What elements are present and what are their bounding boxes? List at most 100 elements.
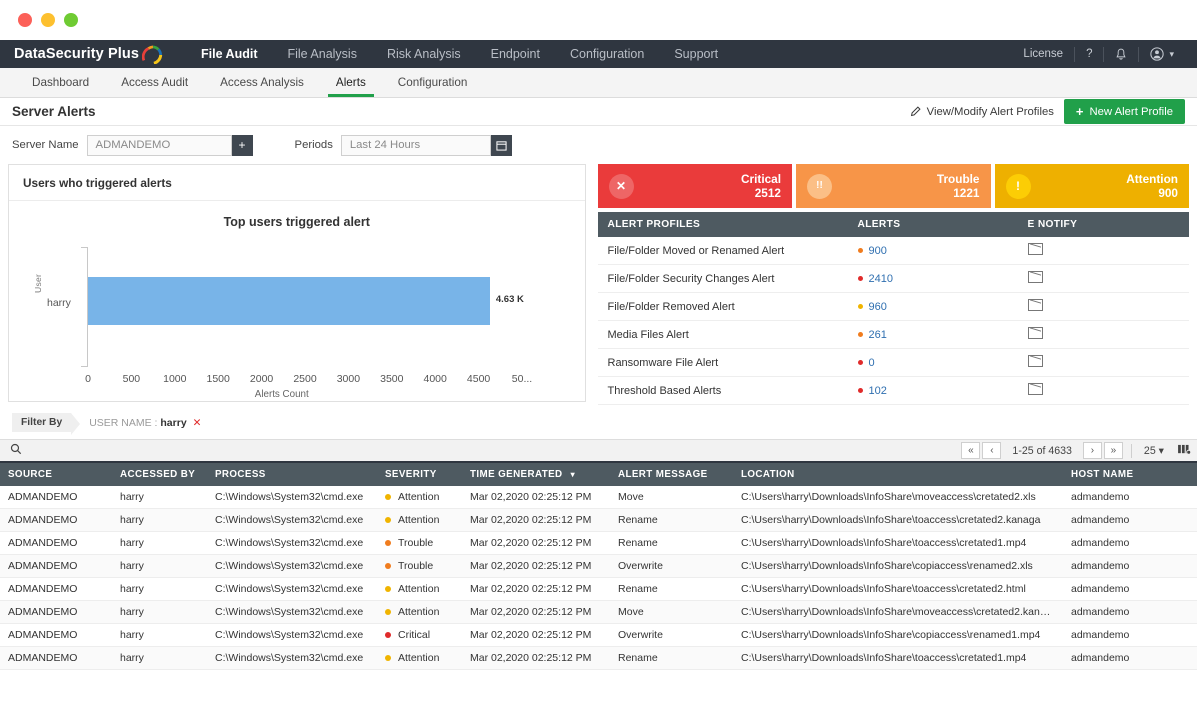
cell-process: C:\Windows\System32\cmd.exe [207, 624, 377, 647]
col-location[interactable]: LOCATION [733, 463, 1063, 486]
periods-input[interactable]: Last 24 Hours [341, 135, 491, 156]
user-avatar-icon[interactable]: ▾ [1139, 47, 1185, 61]
col-source[interactable]: SOURCE [0, 463, 112, 486]
cell-process: C:\Windows\System32\cmd.exe [207, 486, 377, 509]
maximize-window-button[interactable] [64, 13, 78, 27]
table-row[interactable]: Ransomware File Alert0 [598, 349, 1190, 377]
alert-count-link[interactable]: 960 [869, 301, 887, 313]
minimize-window-button[interactable] [41, 13, 55, 27]
cell-severity: Attention [377, 578, 462, 601]
envelope-icon[interactable] [1028, 243, 1043, 255]
alert-count-link[interactable]: 900 [869, 245, 887, 257]
col-process[interactable]: PROCESS [207, 463, 377, 486]
table-row[interactable]: ADMANDEMOharryC:\Windows\System32\cmd.ex… [0, 532, 1197, 555]
table-row[interactable]: ADMANDEMOharryC:\Windows\System32\cmd.ex… [0, 509, 1197, 532]
critical-count: 2512 [741, 186, 781, 201]
col-time-generated[interactable]: TIME GENERATED ▾ [462, 463, 610, 486]
severity-dot-icon [385, 494, 391, 500]
column-settings-icon[interactable] [1178, 444, 1191, 458]
remove-filter-icon[interactable]: ✕ [193, 417, 202, 429]
table-row[interactable]: ADMANDEMOharryC:\Windows\System32\cmd.ex… [0, 555, 1197, 578]
alert-count-link[interactable]: 261 [869, 329, 887, 341]
subnav-item-access-audit[interactable]: Access Audit [105, 68, 204, 97]
topnav-item-risk-analysis[interactable]: Risk Analysis [372, 47, 476, 61]
search-icon[interactable] [10, 443, 22, 458]
topnav-item-endpoint[interactable]: Endpoint [476, 47, 555, 61]
previous-page-button[interactable]: ‹ [982, 442, 1001, 459]
col-host-name[interactable]: HOST NAME [1063, 463, 1197, 486]
app-brand[interactable]: DataSecurity Plus [14, 44, 164, 64]
chart-x-tick: 50... [512, 373, 532, 385]
topnav-item-file-audit[interactable]: File Audit [186, 47, 272, 61]
trouble-count: 1221 [937, 186, 980, 201]
cell-accessed-by: harry [112, 670, 207, 674]
cell-source: ADMANDEMO [0, 532, 112, 555]
alert-count-link[interactable]: 102 [869, 385, 887, 397]
severity-card-critical[interactable]: ✕ Critical 2512 [598, 164, 793, 208]
next-page-button[interactable]: › [1083, 442, 1102, 459]
table-row[interactable]: File/Folder Security Changes Alert2410 [598, 265, 1190, 293]
table-row[interactable]: Threshold Based Alerts102 [598, 377, 1190, 405]
envelope-icon[interactable] [1028, 327, 1043, 339]
profile-alert-count: 102 [848, 377, 1018, 405]
table-row[interactable]: ADMANDEMOharryC:\Windows\System32\cmd.ex… [0, 578, 1197, 601]
help-button[interactable]: ? [1075, 48, 1103, 60]
e-notify-cell [1018, 293, 1190, 321]
bell-icon[interactable] [1104, 48, 1138, 61]
col-severity[interactable]: SEVERITY [377, 463, 462, 486]
alert-count-link[interactable]: 0 [869, 357, 875, 369]
page-size-select[interactable]: 25 ▾ [1140, 445, 1168, 457]
severity-card-trouble[interactable]: !! Trouble 1221 [796, 164, 991, 208]
severity-dot-icon [385, 517, 391, 523]
close-window-button[interactable] [18, 13, 32, 27]
cell-accessed-by: harry [112, 624, 207, 647]
calendar-icon[interactable] [491, 135, 512, 156]
col-alerts: ALERTS [848, 212, 1018, 237]
col-alert-message[interactable]: ALERT MESSAGE [610, 463, 733, 486]
alert-count-link[interactable]: 2410 [869, 273, 893, 285]
sub-navigation-bar: Dashboard Access Audit Access Analysis A… [0, 68, 1197, 98]
envelope-icon[interactable] [1028, 299, 1043, 311]
envelope-icon[interactable] [1028, 383, 1043, 395]
topnav-item-file-analysis[interactable]: File Analysis [272, 47, 371, 61]
table-row[interactable]: ADMANDEMOharryC:\Windows\System32\cmd.ex… [0, 647, 1197, 670]
chart-title: Top users triggered alert [9, 201, 585, 229]
cell-process: C:\Windows\System32\cmd.exe [207, 532, 377, 555]
view-modify-alert-profiles-button[interactable]: View/Modify Alert Profiles [910, 106, 1054, 118]
envelope-icon[interactable] [1028, 271, 1043, 283]
table-row[interactable]: ADMANDEMOharryC:\Windows\System32\cmd.ex… [0, 624, 1197, 647]
top-navigation-bar: DataSecurity Plus File Audit File Analys… [0, 40, 1197, 68]
bar-harry[interactable] [88, 277, 490, 325]
filter-chip-key: USER NAME : [89, 417, 157, 429]
table-row[interactable]: ADMANDEMOharryC:\Windows\System32\cmd.ex… [0, 486, 1197, 509]
table-row[interactable]: Media Files Alert261 [598, 321, 1190, 349]
severity-card-attention[interactable]: ! Attention 900 [995, 164, 1190, 208]
cell-host-name: admandemo [1063, 624, 1197, 647]
subnav-item-alerts[interactable]: Alerts [320, 68, 382, 97]
topnav-item-support[interactable]: Support [659, 47, 733, 61]
subnav-item-access-analysis[interactable]: Access Analysis [204, 68, 320, 97]
new-alert-profile-button[interactable]: + New Alert Profile [1064, 99, 1185, 124]
table-row[interactable]: File/Folder Removed Alert960 [598, 293, 1190, 321]
alerts-table-scroll[interactable]: SOURCE ACCESSED BY PROCESS SEVERITY TIME… [0, 463, 1197, 673]
envelope-icon[interactable] [1028, 355, 1043, 367]
topnav-item-configuration[interactable]: Configuration [555, 47, 659, 61]
e-notify-cell [1018, 377, 1190, 405]
cell-host-name: admandemo [1063, 670, 1197, 674]
server-name-input[interactable]: ADMANDEMO [87, 135, 232, 156]
subnav-item-dashboard[interactable]: Dashboard [16, 68, 105, 97]
subnav-item-configuration[interactable]: Configuration [382, 68, 484, 97]
license-link[interactable]: License [1012, 48, 1074, 60]
table-row[interactable]: File/Folder Moved or Renamed Alert900 [598, 237, 1190, 265]
cell-accessed-by: harry [112, 601, 207, 624]
add-server-button[interactable]: + [232, 135, 253, 156]
chart-x-tick: 2000 [250, 373, 273, 385]
chart-x-tick: 500 [123, 373, 141, 385]
cell-alert-message: Overwrite [610, 555, 733, 578]
severity-dot-icon [858, 332, 863, 337]
last-page-button[interactable]: » [1104, 442, 1123, 459]
first-page-button[interactable]: « [961, 442, 980, 459]
table-row[interactable]: ADMANDEMOharryC:\Windows\System32\cmd.ex… [0, 601, 1197, 624]
col-accessed-by[interactable]: ACCESSED BY [112, 463, 207, 486]
table-row[interactable]: ADMANDEMOharryC:\Windows\System32\cmd.ex… [0, 670, 1197, 674]
